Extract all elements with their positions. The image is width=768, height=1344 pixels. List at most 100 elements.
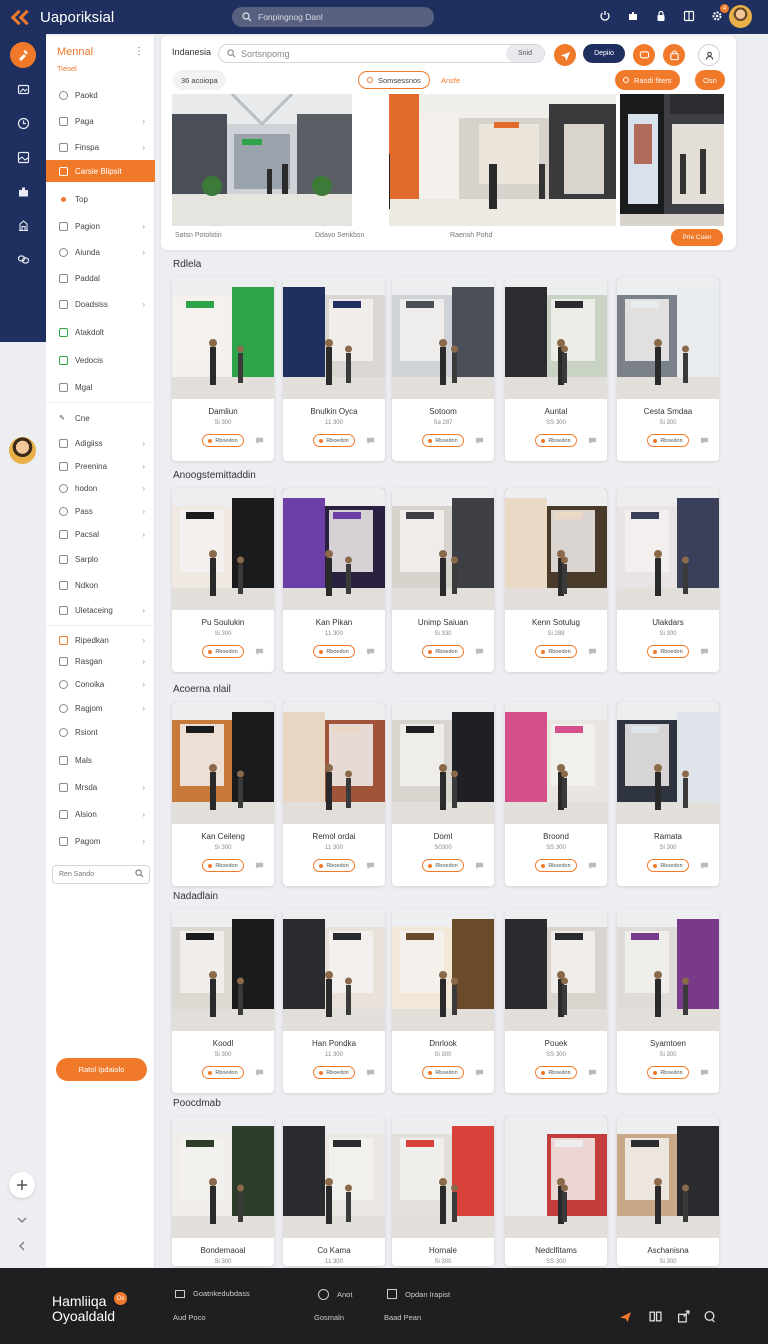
blue-pill-button[interactable]: Depiio xyxy=(583,44,625,63)
chat-icon[interactable] xyxy=(700,1068,709,1079)
store-image[interactable] xyxy=(392,488,494,610)
sidebar-item-finspa[interactable]: Finspa › xyxy=(46,136,155,158)
plane-icon[interactable] xyxy=(554,44,576,66)
sidebar-item-carsie-blipsit[interactable]: Carsie Blipsit xyxy=(46,160,155,182)
footer-link-1[interactable]: Goatnkedubdass xyxy=(175,1289,250,1298)
card-pill-button[interactable]: Rboedon xyxy=(422,859,464,872)
panel-icon[interactable] xyxy=(682,9,696,23)
hero-image-2[interactable] xyxy=(389,94,616,226)
lock-icon[interactable] xyxy=(654,9,668,23)
rail-puzzle-icon[interactable] xyxy=(0,174,46,208)
sidebar-item-alsion[interactable]: Alsion › xyxy=(46,803,155,825)
card-pill-button[interactable]: Rboedon xyxy=(313,645,355,658)
store-image[interactable] xyxy=(617,277,719,399)
card-pill-button[interactable]: Rboedon xyxy=(647,434,689,447)
chat-icon[interactable] xyxy=(255,861,264,872)
card-pill-button[interactable]: Rboedon xyxy=(535,645,577,658)
hero-cta-button[interactable]: Prie Cuen xyxy=(671,229,723,246)
sidebar-item-atakdolt[interactable]: Atakdolt xyxy=(46,321,155,343)
card-pill-button[interactable]: Rboedon xyxy=(202,645,244,658)
share-icon[interactable] xyxy=(677,1310,691,1324)
footer-link-6[interactable]: Baad Pean xyxy=(384,1313,421,1322)
card-pill-button[interactable]: Rboedon xyxy=(535,1066,577,1079)
store-image[interactable] xyxy=(617,488,719,610)
store-card[interactable]: Aschanisna Si 300 xyxy=(617,1116,719,1266)
store-image[interactable] xyxy=(283,1116,385,1238)
chat-icon[interactable] xyxy=(255,647,264,658)
store-card[interactable]: Pouek SS 300 Rboedon xyxy=(505,909,607,1093)
store-card[interactable]: Ulakdars Si 300 Rboedon xyxy=(617,488,719,672)
store-card[interactable]: Han Pondka 11 300 Rboedon xyxy=(283,909,385,1093)
store-card[interactable]: Unimp Saiuan Si 330 Rboedon xyxy=(392,488,494,672)
chat-icon[interactable] xyxy=(366,436,375,447)
hero-search-input[interactable]: Sortsnpomg Snid xyxy=(218,44,545,63)
sidebar-cta-button[interactable]: Ratol Ipdaiolo xyxy=(56,1058,147,1081)
card-pill-button[interactable]: Rboedon xyxy=(647,645,689,658)
store-card[interactable]: Kan Ceileng Si 300 Rboedon xyxy=(172,702,274,886)
store-image[interactable] xyxy=(392,702,494,824)
store-card[interactable]: Dnrlook Si 300 Rboedon xyxy=(392,909,494,1093)
chat-icon[interactable] xyxy=(700,861,709,872)
store-image[interactable] xyxy=(172,909,274,1031)
store-image[interactable] xyxy=(505,277,607,399)
sidebar-item-paga[interactable]: Paga › xyxy=(46,110,155,132)
chat-icon[interactable] xyxy=(475,1068,484,1079)
sidebar-item-doadsiss[interactable]: Doadsiss › xyxy=(46,293,155,315)
rail-images-icon[interactable] xyxy=(0,72,46,106)
sidebar-item-preenina[interactable]: Preenina › xyxy=(46,455,155,477)
card-pill-button[interactable]: Rboedon xyxy=(313,434,355,447)
store-card[interactable]: Auntal SS 300 Rboedon xyxy=(505,277,607,461)
chat-icon[interactable] xyxy=(475,436,484,447)
footer-link-3[interactable]: Anot xyxy=(318,1289,352,1300)
store-image[interactable] xyxy=(617,909,719,1031)
add-icon[interactable] xyxy=(9,1172,35,1198)
rail-brush-icon[interactable] xyxy=(0,38,46,72)
sidebar-search-input[interactable]: Ren Sando xyxy=(52,865,150,884)
sidebar-item-rasgan[interactable]: Rasgan › xyxy=(46,650,155,672)
small-chip[interactable]: Osn xyxy=(695,70,725,90)
store-card[interactable]: Cesta Smdaa Si 300 Rboedon xyxy=(617,277,719,461)
store-image[interactable] xyxy=(617,702,719,824)
store-image[interactable] xyxy=(283,702,385,824)
card-pill-button[interactable]: Rboedon xyxy=(647,1066,689,1079)
location-label[interactable]: Indanesia xyxy=(172,47,211,57)
card-pill-button[interactable]: Rboedon xyxy=(535,434,577,447)
sidebar-item-ripedkan[interactable]: Ripedkan › xyxy=(46,629,155,651)
app-logo-icon[interactable] xyxy=(10,10,32,24)
chat-icon[interactable] xyxy=(588,647,597,658)
store-card[interactable]: Co Kama 11 300 xyxy=(283,1116,385,1266)
sidebar-item-paddal[interactable]: Paddal xyxy=(46,267,155,289)
send-icon[interactable] xyxy=(619,1310,633,1324)
chat-icon[interactable] xyxy=(588,1068,597,1079)
chat-bubble-icon[interactable] xyxy=(703,1310,717,1324)
sidebar-item-pass[interactable]: Pass › xyxy=(46,500,155,522)
grid-icon[interactable] xyxy=(649,1310,663,1324)
rail-gallery-icon[interactable] xyxy=(0,140,46,174)
power-icon[interactable] xyxy=(598,9,612,23)
chip-secondary[interactable]: Ansfe xyxy=(433,70,468,90)
puzzle-icon[interactable] xyxy=(626,9,640,23)
profile-icon[interactable] xyxy=(698,44,720,66)
sidebar-item-ragjom[interactable]: Ragjom › xyxy=(46,697,155,719)
card-pill-button[interactable]: Rboedon xyxy=(313,1066,355,1079)
store-card[interactable]: Doml S0300 Rboedon xyxy=(392,702,494,886)
store-image[interactable] xyxy=(172,1116,274,1238)
chat-icon[interactable] xyxy=(700,436,709,447)
footer-link-2[interactable]: Aud Poco xyxy=(173,1313,206,1322)
store-image[interactable] xyxy=(617,1116,719,1238)
store-image[interactable] xyxy=(392,1116,494,1238)
sidebar-item-pagion[interactable]: Pagion › xyxy=(46,215,155,237)
store-card[interactable]: Sotoom Sa 287 Rboedon xyxy=(392,277,494,461)
store-image[interactable] xyxy=(172,277,274,399)
rail-clock-icon[interactable] xyxy=(0,106,46,140)
chip-active[interactable]: Somsessnos xyxy=(358,71,430,89)
card-pill-button[interactable]: Rboedon xyxy=(535,859,577,872)
store-image[interactable] xyxy=(392,277,494,399)
store-image[interactable] xyxy=(172,488,274,610)
card-pill-button[interactable]: Rboedon xyxy=(422,645,464,658)
card-pill-button[interactable]: Rboedon xyxy=(202,434,244,447)
store-image[interactable] xyxy=(283,909,385,1031)
sidebar-item-mrsda[interactable]: Mrsda › xyxy=(46,776,155,798)
more-icon[interactable]: ⋮ xyxy=(134,46,144,57)
card-pill-button[interactable]: Rboedon xyxy=(647,859,689,872)
